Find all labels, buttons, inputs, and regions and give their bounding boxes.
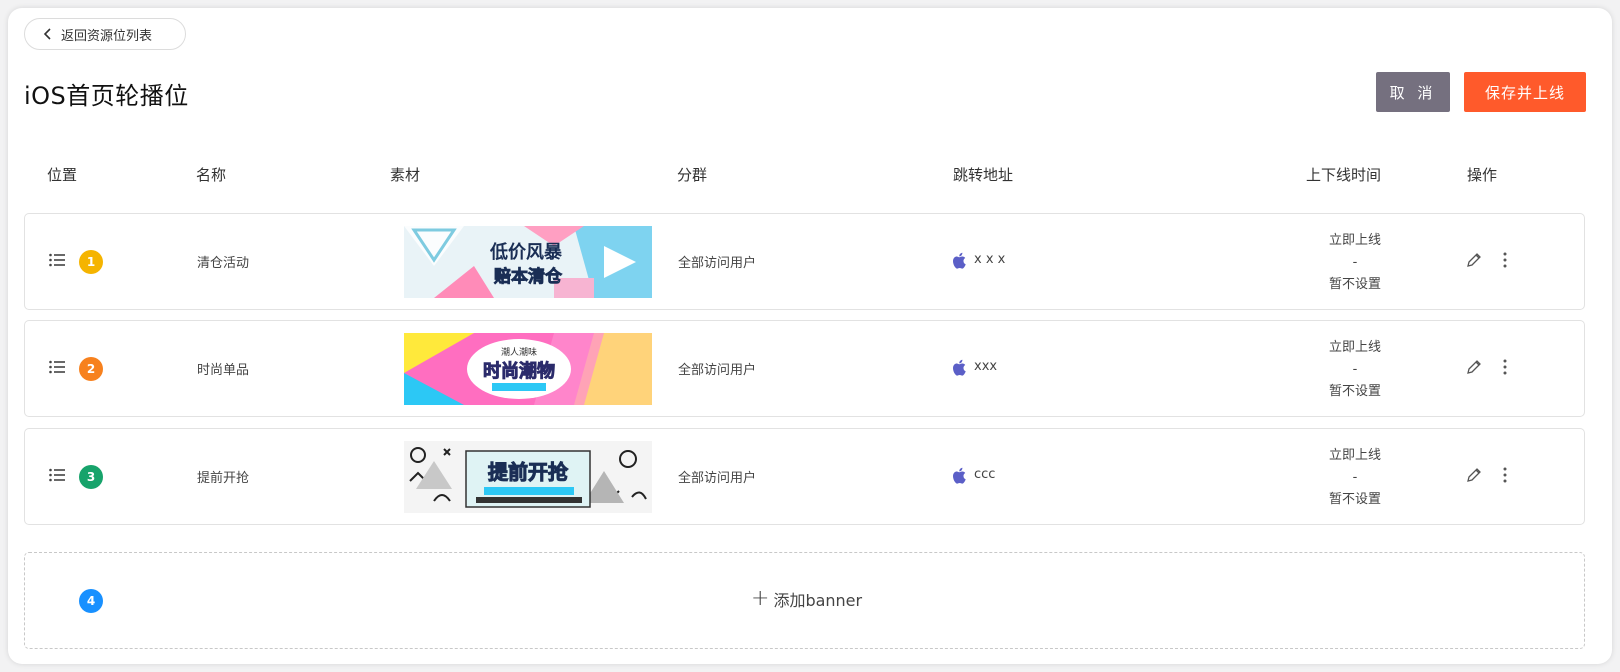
- column-header-name: 名称: [196, 166, 227, 184]
- row-time: 立即上线 - 暂不设置: [1305, 230, 1405, 296]
- row-url: ccc: [974, 467, 996, 482]
- row-group: 全部访问用户: [678, 256, 757, 271]
- column-header-group: 分群: [677, 166, 708, 184]
- banner-thumbnail[interactable]: 低价风暴 赔本清仓: [404, 226, 652, 298]
- row-group: 全部访问用户: [678, 363, 757, 378]
- column-header-time: 上下线时间: [1306, 166, 1382, 184]
- time-online: 立即上线: [1328, 340, 1381, 355]
- position-badge: 2: [79, 357, 103, 381]
- time-online: 立即上线: [1328, 233, 1381, 248]
- banner-thumbnail[interactable]: 潮人潮味 时尚潮物: [404, 333, 652, 405]
- row-name: 清仓活动: [197, 256, 250, 271]
- back-button[interactable]: 返回资源位列表: [24, 18, 186, 50]
- add-banner-row[interactable]: 4 + 添加banner: [24, 552, 1585, 649]
- row-url: xxx: [974, 359, 998, 374]
- row-group: 全部访问用户: [678, 471, 757, 486]
- column-header-url: 跳转地址: [953, 166, 1014, 184]
- chevron-left-icon: [43, 28, 51, 40]
- back-button-label: 返回资源位列表: [61, 28, 153, 44]
- drag-handle-icon[interactable]: [49, 468, 65, 482]
- table-row: 3 提前开抢 提前开抢 全部访问用户 ccc 立即上线 - 暂不设置: [24, 428, 1585, 525]
- time-separator: -: [1352, 470, 1358, 485]
- row-name: 提前开抢: [197, 471, 250, 486]
- time-separator: -: [1352, 255, 1358, 270]
- column-header-position: 位置: [47, 166, 78, 184]
- row-name: 时尚单品: [197, 363, 250, 378]
- position-badge: 1: [79, 250, 103, 274]
- apple-icon: [953, 359, 966, 376]
- save-and-publish-button[interactable]: 保存并上线: [1464, 72, 1586, 112]
- position-badge: 3: [79, 465, 103, 489]
- table-row: 2 时尚单品 潮人潮味 时尚潮物 全部访问用户 xxx 立即上线 - 暂不设置: [24, 320, 1585, 417]
- banner-title: 提前开抢: [488, 460, 569, 484]
- apple-icon: [953, 252, 966, 269]
- more-vertical-icon[interactable]: [1500, 251, 1510, 269]
- table-row: 1 清仓活动 低价风暴 赔本清仓 全部访问用户 x x x 立即上线 - 暂不设…: [24, 213, 1585, 310]
- more-vertical-icon[interactable]: [1500, 358, 1510, 376]
- column-header-material: 素材: [390, 166, 421, 184]
- page-title: iOS首页轮播位: [24, 82, 189, 110]
- pencil-icon[interactable]: [1465, 251, 1483, 269]
- time-offline: 暂不设置: [1328, 492, 1381, 507]
- drag-handle-icon[interactable]: [49, 360, 65, 374]
- time-offline: 暂不设置: [1328, 384, 1381, 399]
- time-online: 立即上线: [1328, 448, 1381, 463]
- banner-thumbnail[interactable]: 提前开抢: [404, 441, 652, 513]
- position-badge: 4: [79, 589, 103, 613]
- drag-handle-icon[interactable]: [49, 253, 65, 267]
- plus-icon: +: [751, 586, 770, 611]
- more-vertical-icon[interactable]: [1500, 466, 1510, 484]
- pencil-icon[interactable]: [1465, 466, 1483, 484]
- add-banner-button[interactable]: + 添加banner: [751, 587, 862, 611]
- row-time: 立即上线 - 暂不设置: [1305, 445, 1405, 511]
- row-url: x x x: [974, 252, 1006, 267]
- column-header-ops: 操作: [1467, 166, 1498, 184]
- cancel-button[interactable]: 取 消: [1376, 72, 1450, 112]
- time-offline: 暂不设置: [1328, 277, 1381, 292]
- row-time: 立即上线 - 暂不设置: [1305, 337, 1405, 403]
- banner-subtitle: 时尚潮物: [483, 360, 555, 382]
- time-separator: -: [1352, 362, 1358, 377]
- apple-icon: [953, 467, 966, 484]
- banner-title: 低价风暴: [489, 241, 563, 263]
- banner-subtitle: 赔本清仓: [494, 266, 563, 287]
- add-banner-label: 添加banner: [773, 591, 863, 610]
- banner-title: 潮人潮味: [501, 346, 537, 358]
- pencil-icon[interactable]: [1465, 358, 1483, 376]
